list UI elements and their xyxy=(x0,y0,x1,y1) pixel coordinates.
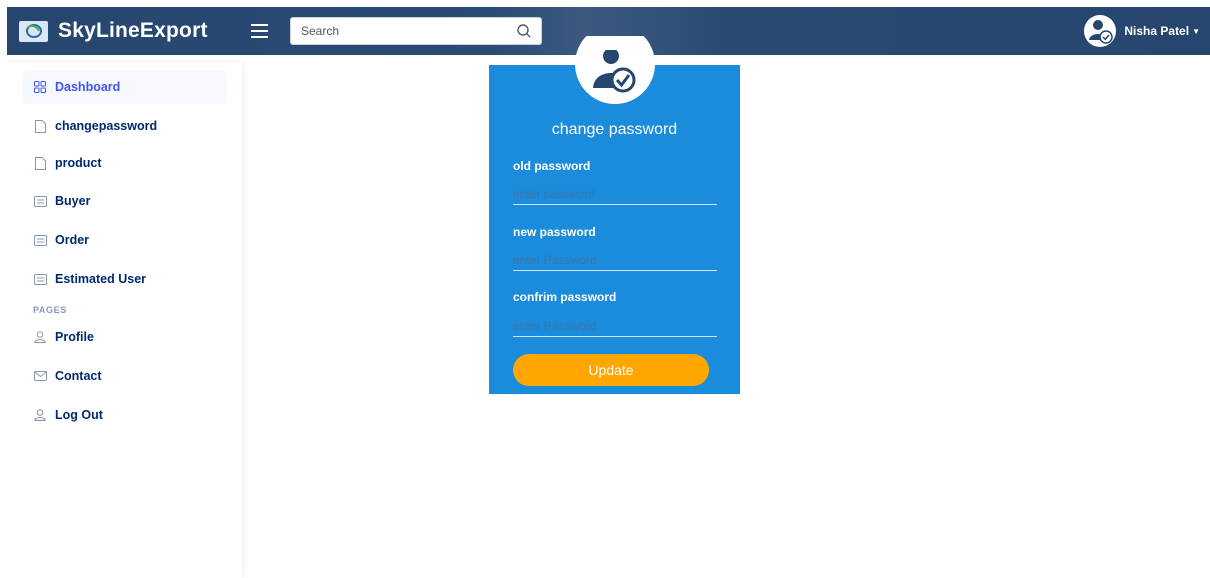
sidebar-item-label: Order xyxy=(55,233,90,247)
sidebar-item-profile[interactable]: Profile xyxy=(22,320,227,354)
sidebar-item-label: Contact xyxy=(55,369,102,383)
card-avatar xyxy=(575,36,655,104)
file-icon xyxy=(33,156,47,170)
new-password-input[interactable] xyxy=(513,249,717,271)
sidebar-item-product[interactable]: product xyxy=(22,146,227,180)
sidebar-item-estimated-user[interactable]: Estimated User xyxy=(22,262,227,296)
sidebar-item-label: Buyer xyxy=(55,194,91,208)
sidebar-item-changepassword[interactable]: changepassword xyxy=(22,109,227,143)
old-password-label: old password xyxy=(513,159,591,173)
list-icon xyxy=(33,194,47,208)
brand[interactable]: SkyLineExport xyxy=(19,7,208,55)
new-password-label: new password xyxy=(513,225,596,239)
confirm-password-input[interactable] xyxy=(513,315,717,337)
list-icon xyxy=(33,272,47,286)
sidebar-item-label: Profile xyxy=(55,330,94,344)
old-password-input[interactable] xyxy=(513,183,717,205)
sidebar-item-label: product xyxy=(55,156,102,170)
sidebar-item-logout[interactable]: Log Out xyxy=(22,398,227,432)
sidebar-item-dashboard[interactable]: Dashboard xyxy=(22,70,227,104)
brand-logo-icon xyxy=(19,20,48,42)
list-icon xyxy=(33,233,47,247)
search-icon[interactable] xyxy=(516,23,532,39)
file-icon xyxy=(33,119,47,133)
sidebar-heading-pages: PAGES xyxy=(33,305,67,315)
user-name: Nisha Patel xyxy=(1124,24,1190,38)
sidebar-item-label: Dashboard xyxy=(55,80,121,94)
hamburger-icon xyxy=(251,24,268,26)
sidebar-item-buyer[interactable]: Buyer xyxy=(22,184,227,218)
user-check-icon xyxy=(593,50,636,93)
user-menu[interactable]: Nisha Patel ▼ xyxy=(1084,7,1200,55)
confirm-password-label: confrim password xyxy=(513,290,617,304)
envelope-icon xyxy=(33,369,47,383)
update-button[interactable]: Update xyxy=(513,354,709,386)
sidebar-item-label: changepassword xyxy=(55,119,158,133)
sidebar-item-contact[interactable]: Contact xyxy=(22,359,227,393)
form-title: change password xyxy=(551,121,678,138)
sidebar-item-label: Log Out xyxy=(55,408,103,422)
grid-icon xyxy=(33,80,47,94)
menu-toggle-button[interactable] xyxy=(251,20,273,42)
brand-name: SkyLineExport xyxy=(58,19,208,42)
sidebar-item-order[interactable]: Order xyxy=(22,223,227,257)
person-icon xyxy=(33,408,47,422)
sidebar-item-label: Estimated User xyxy=(55,272,147,286)
caret-down-icon: ▼ xyxy=(1192,26,1200,36)
person-icon xyxy=(33,330,47,344)
search-bar xyxy=(290,17,542,45)
sidebar: Dashboard changepassword product Buyer O… xyxy=(0,62,242,578)
avatar xyxy=(1084,15,1117,47)
search-input[interactable] xyxy=(291,18,511,44)
